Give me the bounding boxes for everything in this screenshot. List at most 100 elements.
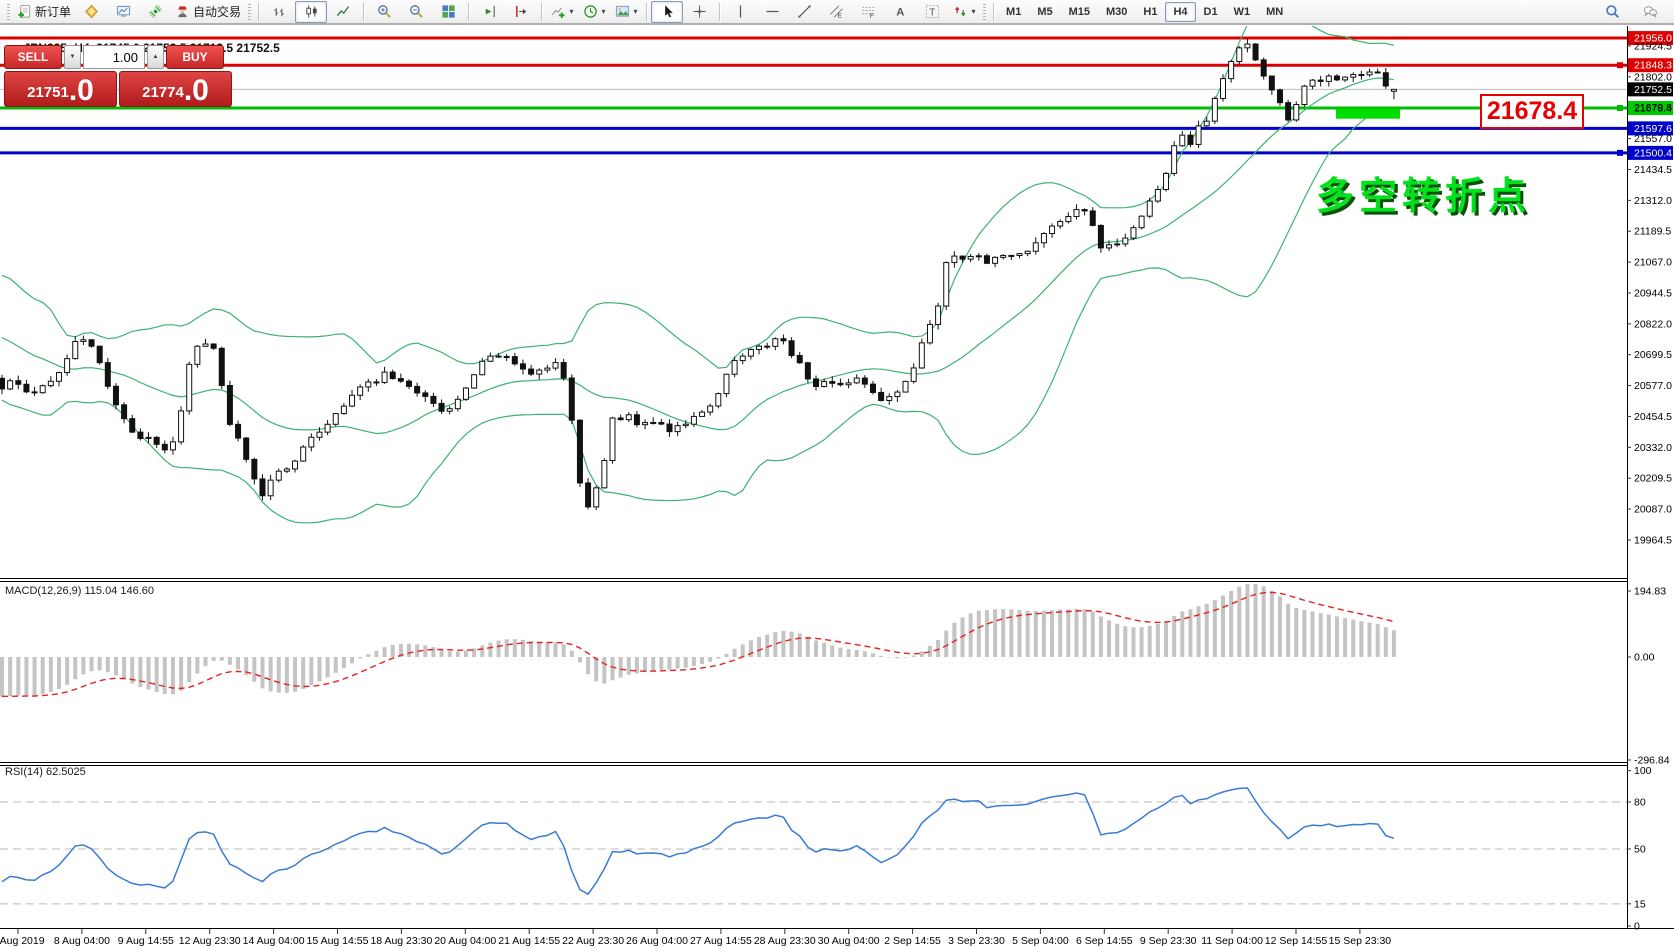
volume-decrease-button[interactable]: ▼ [64,45,81,69]
dropdown-caret-icon: ▾ [601,7,606,16]
svg-text:21802.0: 21802.0 [1634,71,1672,83]
strategy-tester-icon [116,4,131,19]
bar-chart-button[interactable] [263,1,295,23]
timeframe-m1-button[interactable]: M1 [998,2,1029,22]
equidistant-channel-button[interactable]: E [820,1,852,23]
indicators-button[interactable]: ▾ [546,1,578,23]
trendline-icon [797,4,812,19]
svg-text:21678.4: 21678.4 [1634,103,1672,115]
new-order-label: 新订单 [35,5,72,19]
zoom-in-button[interactable] [368,1,400,23]
text-button[interactable]: A [884,1,916,23]
cursor-button[interactable] [651,0,684,23]
search-button[interactable] [1596,1,1628,23]
line-chart-button[interactable] [327,1,359,23]
timeframe-w1-button[interactable]: W1 [1226,2,1259,22]
toolbar-separator [719,2,721,21]
macd-indicator-label: MACD(12,26,9) 115.04 146.60 [5,585,154,597]
chart-canvas: 21924.521802.021679.521557.021434.521312… [0,24,1674,947]
svg-text:21500.4: 21500.4 [1634,147,1672,159]
toolbar-grip [983,3,987,20]
svg-text:F: F [869,13,873,19]
bar-chart-icon [272,4,287,19]
tile-windows-button[interactable] [432,1,464,23]
chat-button[interactable] [1634,1,1666,23]
timeframe-d1-button[interactable]: D1 [1196,2,1226,22]
svg-text:21848.3: 21848.3 [1634,60,1672,72]
rsi-indicator-label: RSI(14) 62.5025 [5,766,86,778]
svg-text:20577.0: 20577.0 [1634,380,1672,392]
volume-increase-button[interactable]: ▲ [147,45,164,69]
volume-input[interactable] [83,45,145,69]
new-order-button[interactable]: 新订单 [13,1,75,23]
candlestick-chart-icon [304,4,319,19]
support-zone [1336,108,1400,119]
toolbar-separator [993,2,995,21]
svg-text:6 Sep 14:55: 6 Sep 14:55 [1076,935,1133,947]
sell-price-button[interactable]: 21751.0 [4,71,117,107]
arrows-button[interactable]: ▾ [948,1,980,23]
indicators-icon [551,4,566,19]
timeframe-m5-button[interactable]: M5 [1029,2,1060,22]
trendline-button[interactable] [788,1,820,23]
chart-shift-button[interactable] [505,1,537,23]
timeframe-h4-button[interactable]: H4 [1165,1,1196,22]
svg-text:18 Aug 23:30: 18 Aug 23:30 [370,935,432,947]
metaeditor-icon [84,4,99,19]
horizontal-line-button[interactable] [756,1,788,23]
toolbar-separator [363,2,365,21]
signals-button[interactable] [139,1,171,23]
svg-text:5 Sep 04:00: 5 Sep 04:00 [1012,935,1069,947]
timeframe-m15-button[interactable]: M15 [1061,2,1098,22]
svg-text:11 Sep 04:00: 11 Sep 04:00 [1201,935,1263,947]
svg-text:8 Aug 04:00: 8 Aug 04:00 [54,935,110,947]
svg-text:14 Aug 04:00: 14 Aug 04:00 [243,935,305,947]
chat-icon [1643,4,1658,19]
vertical-line-icon [733,4,748,19]
auto-scroll-button[interactable] [473,1,505,23]
chart-shift-icon [514,4,529,19]
metaeditor-button[interactable] [75,1,107,23]
strategy-tester-button[interactable] [107,1,139,23]
time-axis [17,929,1361,934]
svg-text:20699.5: 20699.5 [1634,349,1672,361]
svg-text:15 Sep 23:30: 15 Sep 23:30 [1329,935,1392,947]
svg-text:20454.5: 20454.5 [1634,411,1672,423]
periods-button[interactable]: ▾ [578,1,610,23]
templates-button[interactable]: ▾ [610,1,642,23]
timeframe-m30-button[interactable]: M30 [1098,2,1135,22]
zoom-out-icon [409,4,424,19]
svg-text:0.00: 0.00 [1634,652,1655,664]
timeframe-h1-button[interactable]: H1 [1135,2,1165,22]
svg-text:26 Aug 04:00: 26 Aug 04:00 [626,935,688,947]
tile-windows-icon [441,4,456,19]
svg-text:19964.5: 19964.5 [1634,534,1672,546]
autotrading-icon [175,4,190,19]
price-callout-label: 21678.4 [1480,94,1584,129]
dropdown-caret-icon: ▾ [569,7,574,16]
vertical-line-button[interactable] [724,1,756,23]
sell-button[interactable]: SELL [4,45,62,69]
buy-button[interactable]: BUY [166,45,224,69]
svg-text:100: 100 [1634,765,1652,777]
svg-text:2 Sep 14:55: 2 Sep 14:55 [884,935,941,947]
svg-text:21752.5: 21752.5 [1634,84,1672,96]
autotrading-button[interactable]: 自动交易 [171,1,245,23]
candlestick-chart-button[interactable] [295,0,328,23]
equidistant-channel-icon: E [829,4,844,20]
toolbar-separator [258,2,260,21]
text-label-button[interactable]: T [916,1,948,23]
svg-text:12 Sep 14:55: 12 Sep 14:55 [1265,935,1328,947]
svg-text:21067.0: 21067.0 [1634,257,1672,269]
search-icon [1605,4,1620,19]
new-order-icon [17,4,32,19]
buy-price-button[interactable]: 21774.0 [119,71,232,107]
fibonacci-button[interactable]: F [852,1,884,23]
crosshair-button[interactable] [683,1,715,23]
timeframe-mn-button[interactable]: MN [1258,2,1291,22]
sell-price-pips: .0 [68,74,94,107]
svg-text:0: 0 [1634,921,1640,933]
toolbar: 新订单 自动交易 ▾ ▾ ▾ E F A T ▾ M1 M5 M15 M30 H… [0,0,1674,24]
buy-price-pips: .0 [183,74,209,107]
zoom-out-button[interactable] [400,1,432,23]
